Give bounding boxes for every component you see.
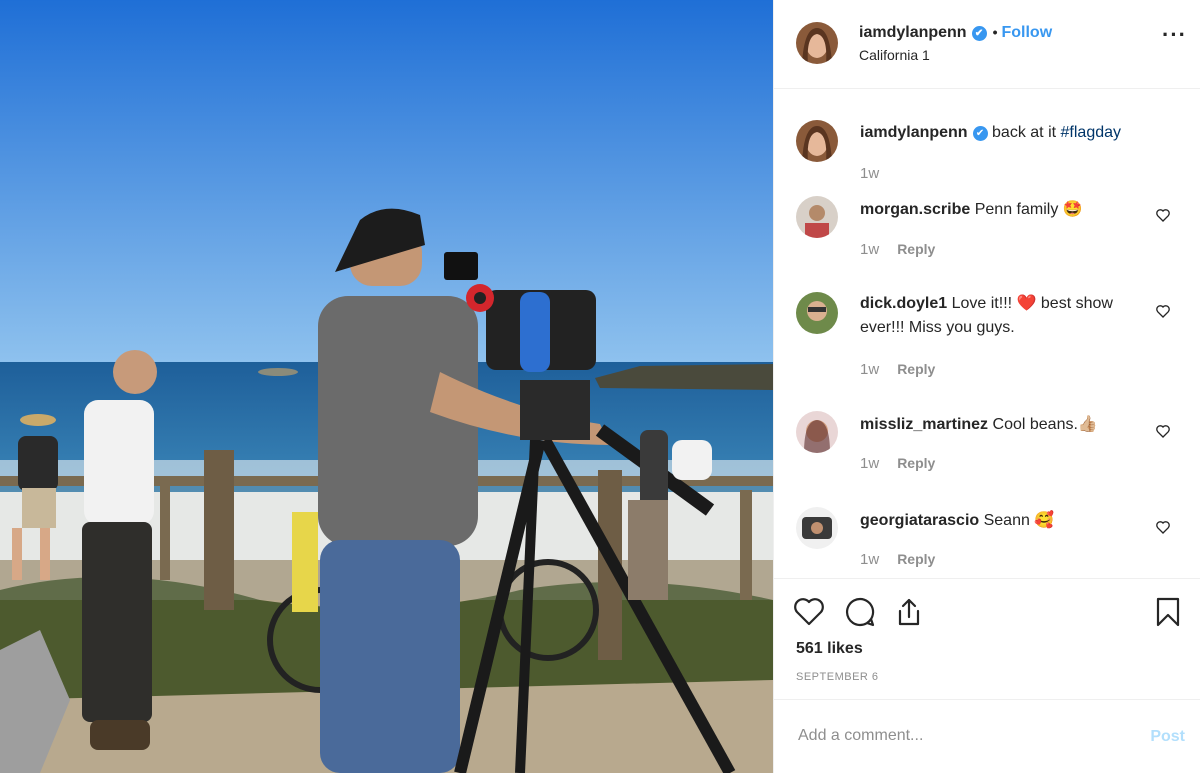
bookmark-icon[interactable] [1151, 595, 1185, 629]
verified-icon: ✔ [971, 26, 987, 41]
follow-button[interactable]: Follow [1001, 24, 1052, 41]
comment-text: dick.doyle1 Love it!!! ❤️ best show ever… [860, 295, 1113, 336]
comment-username[interactable]: morgan.scribe [860, 201, 970, 218]
fence-post [160, 480, 170, 580]
reply-button[interactable]: Reply [897, 455, 935, 471]
comment-text: morgan.scribe Penn family 🤩 [860, 201, 1083, 218]
share-icon[interactable] [892, 595, 926, 629]
post-comment-button[interactable]: Post [1150, 728, 1185, 746]
reply-button[interactable]: Reply [897, 241, 935, 257]
fence-post [204, 450, 234, 610]
caption-text: iamdylanpenn ✔ back at it #flagday [860, 124, 1122, 141]
comment-username[interactable]: dick.doyle1 [860, 295, 947, 312]
comment-username[interactable]: georgiatarascio [860, 512, 979, 529]
reply-button[interactable]: Reply [897, 551, 935, 567]
add-comment-bar: Post [774, 699, 1200, 773]
caption-time: 1w [860, 165, 880, 182]
comment-meta: 1w Reply [860, 361, 936, 378]
like-comment-heart-icon[interactable] [1155, 207, 1171, 223]
comment-text: missliz_martinez Cool beans.👍🏼 [860, 416, 1098, 433]
post-photo[interactable] [0, 0, 773, 773]
post-header: iamdylanpenn ✔ • Follow California 1 ··· [774, 0, 1200, 89]
separator-dot: • [992, 24, 998, 40]
fence-post [740, 490, 752, 600]
commenter-avatar[interactable] [796, 507, 838, 549]
comment-meta: 1w Reply [860, 455, 936, 472]
comment-meta: 1w Reply [860, 551, 936, 568]
comments-list[interactable]: iamdylanpenn ✔ back at it #flagday 1w mor… [774, 90, 1200, 578]
action-bar [774, 578, 1200, 648]
more-options-icon[interactable]: ··· [1162, 24, 1187, 46]
verified-icon: ✔ [972, 126, 988, 141]
commenter-avatar[interactable] [796, 196, 838, 238]
reply-button[interactable]: Reply [897, 361, 935, 377]
like-comment-heart-icon[interactable] [1155, 423, 1171, 439]
post-sidebar: iamdylanpenn ✔ • Follow California 1 ··· ia… [773, 0, 1200, 773]
rock [258, 368, 298, 376]
commenter-avatar[interactable] [796, 292, 838, 334]
comment-icon[interactable] [843, 595, 877, 629]
author-username[interactable]: iamdylanpenn [859, 24, 967, 41]
caption-avatar[interactable] [796, 120, 838, 162]
photo-scene [0, 0, 773, 773]
caption-username[interactable]: iamdylanpenn [860, 124, 968, 141]
author-line: iamdylanpenn ✔ • Follow [859, 24, 1052, 42]
likes-count[interactable]: 561 likes [796, 640, 863, 658]
post-location[interactable]: California 1 [859, 47, 930, 63]
heart-icon[interactable] [792, 595, 826, 629]
instagram-post: iamdylanpenn ✔ • Follow California 1 ··· ia… [0, 0, 1200, 773]
like-comment-heart-icon[interactable] [1155, 519, 1171, 535]
comment-text: georgiatarascio Seann 🥰 [860, 512, 1055, 529]
actor-white-shirt [82, 350, 157, 750]
comment-meta: 1w Reply [860, 241, 936, 258]
commenter-avatar[interactable] [796, 411, 838, 453]
hashtag-link[interactable]: #flagday [1061, 124, 1122, 141]
comment-input[interactable] [796, 726, 1120, 746]
author-avatar[interactable] [796, 22, 838, 64]
like-comment-heart-icon[interactable] [1155, 303, 1171, 319]
post-date: SEPTEMBER 6 [796, 671, 879, 683]
comment-username[interactable]: missliz_martinez [860, 416, 988, 433]
